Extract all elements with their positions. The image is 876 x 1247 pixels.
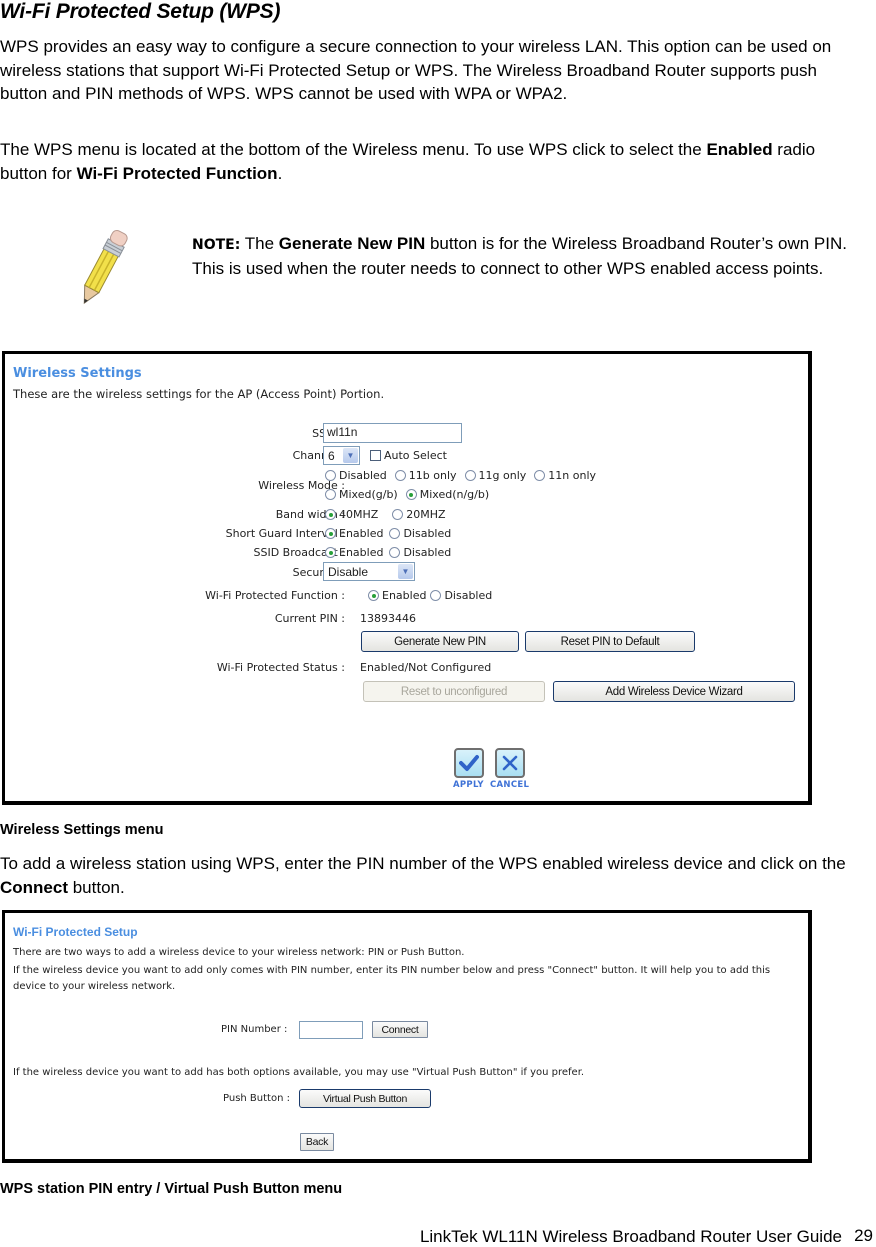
- wireless-mode-option: 11g only: [478, 469, 527, 482]
- band-width-20-radio[interactable]: [392, 509, 404, 520]
- wireless-mode-option: Disabled: [339, 469, 387, 482]
- page-title: Wi-Fi Protected Setup (WPS): [0, 0, 281, 23]
- cancel-label: CANCEL: [490, 780, 530, 790]
- wireless-settings-subtitle: These are the wireless settings for the …: [13, 387, 385, 401]
- note-text: NOTE: The Generate New PIN button is for…: [192, 232, 872, 281]
- chevron-down-icon: ▼: [343, 448, 358, 463]
- note-text-pre: The: [240, 234, 279, 253]
- wps-setup-line3: If the wireless device you want to add h…: [13, 1067, 585, 1078]
- wireless-mode-mixed-ngb-radio[interactable]: [405, 489, 417, 500]
- reset-pin-to-default-button[interactable]: Reset PIN to Default: [525, 631, 695, 652]
- note-label: NOTE:: [192, 237, 241, 253]
- ssid-broadcast-label: SSID Broadcast :: [253, 546, 346, 559]
- ssid-broadcast-disabled-radio[interactable]: [389, 547, 401, 558]
- channel-select[interactable]: 6 ▼: [323, 446, 360, 465]
- instruction-text-end: .: [277, 163, 283, 183]
- instruction-wps-function: Wi-Fi Protected Function: [76, 163, 278, 183]
- page-number: 29: [854, 1226, 873, 1245]
- checkmark-icon: [459, 755, 479, 771]
- current-pin-value: 13893446: [360, 612, 416, 625]
- instruction-paragraph: The WPS menu is located at the bottom of…: [0, 138, 866, 185]
- wps-function-option: Enabled: [382, 589, 427, 602]
- wps-station-caption: WPS station PIN entry / Virtual Push But…: [0, 1181, 343, 1197]
- close-icon: [502, 755, 518, 771]
- intro-paragraph: WPS provides an easy way to configure a …: [0, 37, 832, 103]
- short-guard-option: Enabled: [339, 527, 384, 540]
- pencil-icon: [83, 229, 128, 305]
- wps-status-value: Enabled/Not Configured: [360, 661, 492, 674]
- wps-setup-line1: There are two ways to add a wireless dev…: [13, 947, 465, 958]
- wireless-mode-11n-radio[interactable]: [534, 470, 546, 481]
- virtual-push-button[interactable]: Virtual Push Button: [299, 1089, 431, 1108]
- footer-guide-title: LinkTek WL11N Wireless Broadband Router …: [419, 1227, 842, 1246]
- apply-label: APPLY: [453, 780, 484, 790]
- wps-function-label: Wi-Fi Protected Function :: [205, 589, 345, 602]
- wireless-settings-screenshot: Wireless Settings These are the wireless…: [2, 351, 812, 805]
- push-button-label: Push Button :: [223, 1093, 290, 1104]
- ssid-label: SSID :: [5, 427, 345, 440]
- wireless-mode-mixed-gb-radio[interactable]: [325, 489, 336, 500]
- band-width-40-radio[interactable]: [325, 509, 336, 520]
- wireless-mode-option: 11n only: [548, 469, 597, 482]
- wps-setup-screenshot: Wi-Fi Protected Setup There are two ways…: [2, 910, 812, 1163]
- ssid-broadcast-option: Disabled: [403, 546, 452, 559]
- wireless-mode-label: Wireless Mode :: [258, 479, 345, 492]
- wps-setup-line2: If the wireless device you want to add o…: [13, 965, 771, 992]
- ssid-broadcast-option: Enabled: [339, 546, 384, 559]
- connect-text: To add a wireless station using WPS, ent…: [0, 854, 846, 873]
- wireless-mode-11b-radio[interactable]: [394, 470, 406, 481]
- ssid-broadcast-enabled-radio[interactable]: [325, 547, 336, 558]
- wireless-mode-disabled-radio[interactable]: [325, 470, 336, 481]
- short-guard-option: Disabled: [403, 527, 452, 540]
- note-generate-pin: Generate New PIN: [278, 234, 426, 253]
- band-width-label: Band width :: [275, 508, 345, 521]
- wireless-mode-option: Mixed(g/b): [339, 488, 398, 501]
- short-guard-disabled-radio[interactable]: [389, 528, 401, 539]
- connect-text-end: button.: [68, 877, 125, 897]
- current-pin-label: Current PIN :: [274, 612, 345, 625]
- apply-button[interactable]: [454, 748, 484, 778]
- wireless-mode-11g-radio[interactable]: [464, 470, 476, 481]
- band-width-option: 40MHZ: [339, 508, 379, 521]
- generate-new-pin-button[interactable]: Generate New PIN: [361, 631, 519, 652]
- connect-button[interactable]: Connect: [372, 1021, 428, 1038]
- pin-number-input[interactable]: [299, 1021, 363, 1039]
- short-guard-enabled-radio[interactable]: [325, 528, 336, 539]
- ssid-input[interactable]: wl11n: [323, 423, 462, 443]
- security-label: Security :: [292, 566, 345, 579]
- back-button[interactable]: Back: [300, 1133, 334, 1151]
- wps-status-label: Wi-Fi Protected Status :: [216, 661, 345, 674]
- cancel-button[interactable]: [495, 748, 525, 778]
- chevron-down-icon: ▼: [398, 564, 413, 579]
- channel-value: 6: [328, 448, 335, 463]
- channel-label: Channel :: [292, 449, 345, 462]
- security-select[interactable]: Disable ▼: [323, 562, 415, 581]
- auto-select-label: Auto Select: [384, 449, 447, 462]
- instruction-enabled: Enabled: [706, 140, 773, 159]
- security-value: Disable: [328, 564, 369, 579]
- add-wireless-device-wizard-button[interactable]: Add Wireless Device Wizard: [553, 681, 795, 702]
- instruction-text: The WPS menu is located at the bottom of…: [0, 140, 707, 159]
- reset-to-unconfigured-button[interactable]: Reset to unconfigured: [363, 681, 545, 702]
- wps-function-disabled-radio[interactable]: [430, 590, 442, 601]
- wps-setup-title: Wi-Fi Protected Setup: [13, 925, 138, 939]
- pin-number-label: PIN Number :: [221, 1024, 288, 1035]
- wireless-settings-caption: Wireless Settings menu: [0, 822, 164, 838]
- wireless-mode-option: 11b only: [408, 469, 457, 482]
- wireless-settings-title: Wireless Settings: [13, 366, 142, 381]
- short-guard-label: Short Guard Interval :: [225, 527, 345, 540]
- wireless-mode-option: Mixed(n/g/b): [419, 488, 490, 501]
- auto-select-checkbox[interactable]: [370, 450, 381, 461]
- connect-bold: Connect: [0, 877, 68, 897]
- band-width-option: 20MHZ: [406, 508, 446, 521]
- wps-function-option: Disabled: [444, 589, 493, 602]
- wps-function-enabled-radio[interactable]: [368, 590, 379, 601]
- connect-paragraph: To add a wireless station using WPS, ent…: [0, 852, 866, 899]
